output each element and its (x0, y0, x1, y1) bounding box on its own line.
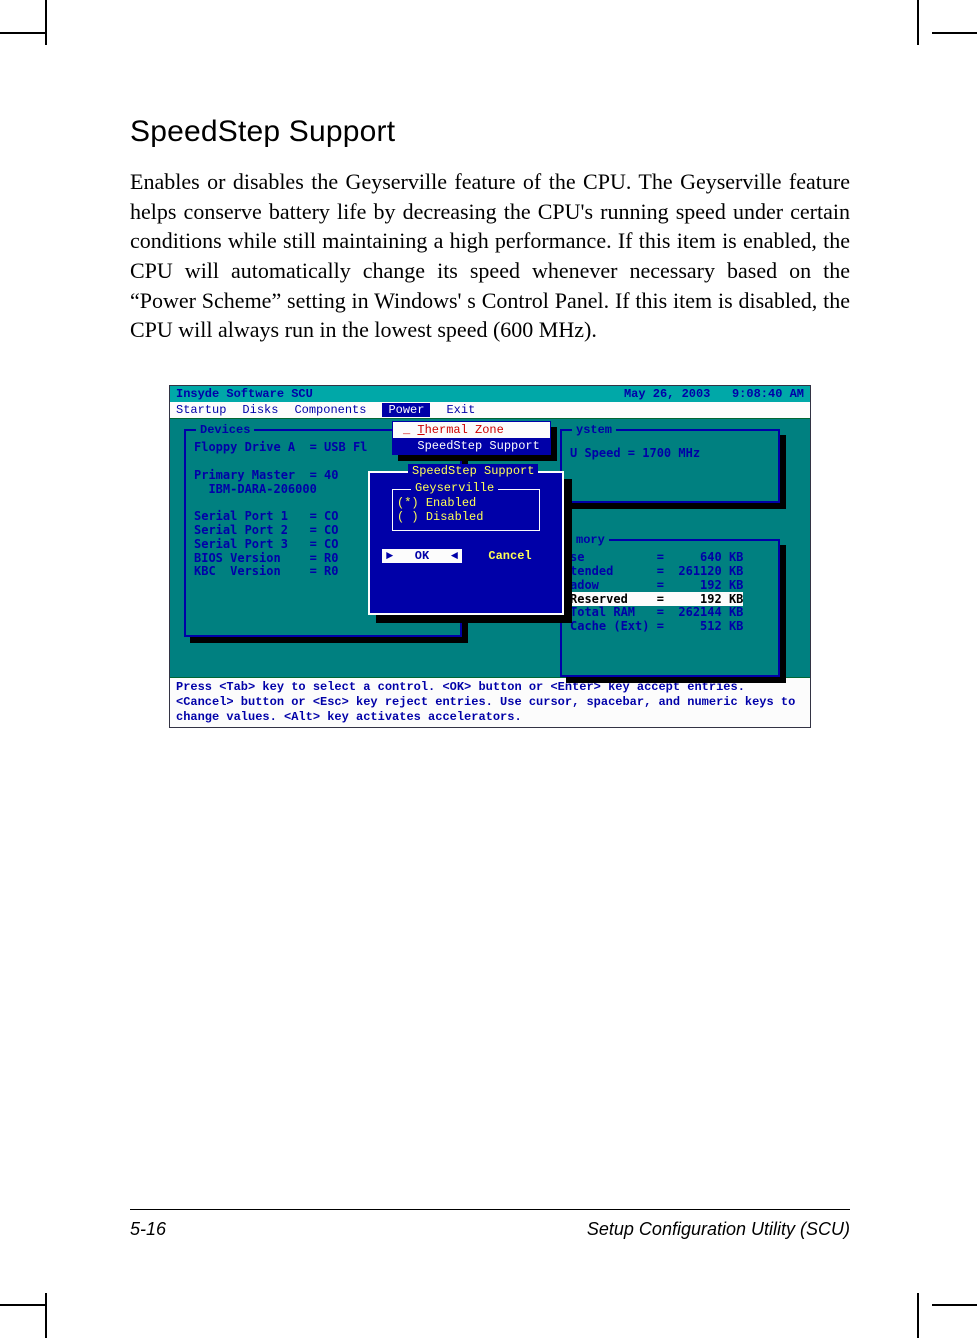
footer-section: Setup Configuration Utility (SCU) (587, 1219, 850, 1240)
panel-devices-title: Devices (196, 423, 254, 437)
menu-power[interactable]: Power (382, 403, 430, 417)
dialog-speedstep: SpeedStep Support Geyserville (*) Enable… (368, 471, 564, 615)
crop-mark (932, 1304, 977, 1306)
dropdown-thermal-zone[interactable]: _ Thermal Zone (393, 422, 550, 438)
bios-datetime: May 26, 2003 9:08:40 AM (624, 387, 804, 401)
bios-time: 9:08:40 AM (732, 387, 804, 401)
section-heading: SpeedStep Support (130, 115, 850, 149)
system-text: U Speed = 1700 MHz (570, 447, 770, 461)
power-dropdown[interactable]: _ Thermal Zone SpeedStep Support (392, 421, 551, 455)
panel-system-title: ystem (572, 423, 616, 437)
dialog-title: SpeedStep Support (408, 464, 538, 478)
body-paragraph: Enables or disables the Geyserville feat… (130, 167, 850, 345)
fieldset-title: Geyserville (411, 481, 498, 495)
memory-text: se = 640 KB tended = 261120 KB adow = 19… (570, 551, 770, 634)
crop-mark (45, 0, 47, 45)
option-disabled[interactable]: ( ) Disabled (397, 510, 535, 524)
menu-components[interactable]: Components (294, 403, 366, 417)
crop-mark (917, 0, 919, 45)
panel-memory-title: mory (572, 533, 609, 547)
panel-system: ystem U Speed = 1700 MHz (560, 429, 780, 503)
page-number: 5-16 (130, 1219, 166, 1240)
cancel-button[interactable]: Cancel (470, 549, 550, 563)
crop-mark (932, 32, 977, 34)
menu-startup[interactable]: Startup (176, 403, 226, 417)
bios-titlebar: Insyde Software SCU May 26, 2003 9:08:40… (170, 386, 810, 402)
menu-exit[interactable]: Exit (446, 403, 475, 417)
bios-date: May 26, 2003 (624, 387, 710, 401)
option-enabled[interactable]: (*) Enabled (397, 496, 535, 510)
bios-screenshot: Insyde Software SCU May 26, 2003 9:08:40… (169, 385, 811, 728)
footer-rule (130, 1209, 850, 1211)
dropdown-speedstep-support[interactable]: SpeedStep Support (393, 438, 550, 454)
crop-mark (45, 1293, 47, 1338)
crop-mark (917, 1293, 919, 1338)
bios-menubar: Startup Disks Components Power Exit (170, 402, 810, 418)
crop-mark (0, 32, 45, 34)
bios-title: Insyde Software SCU (176, 387, 313, 401)
fieldset-geyserville: Geyserville (*) Enabled ( ) Disabled (392, 489, 540, 531)
crop-mark (0, 1304, 45, 1306)
bios-workspace: Devices Floppy Drive A = USB Fl Primary … (170, 418, 810, 678)
panel-memory: mory se = 640 KB tended = 261120 KB adow… (560, 539, 780, 677)
bios-help-text: Press <Tab> key to select a control. <OK… (170, 678, 810, 727)
menu-disks[interactable]: Disks (242, 403, 278, 417)
ok-button[interactable]: ► OK ◄ (382, 549, 462, 563)
